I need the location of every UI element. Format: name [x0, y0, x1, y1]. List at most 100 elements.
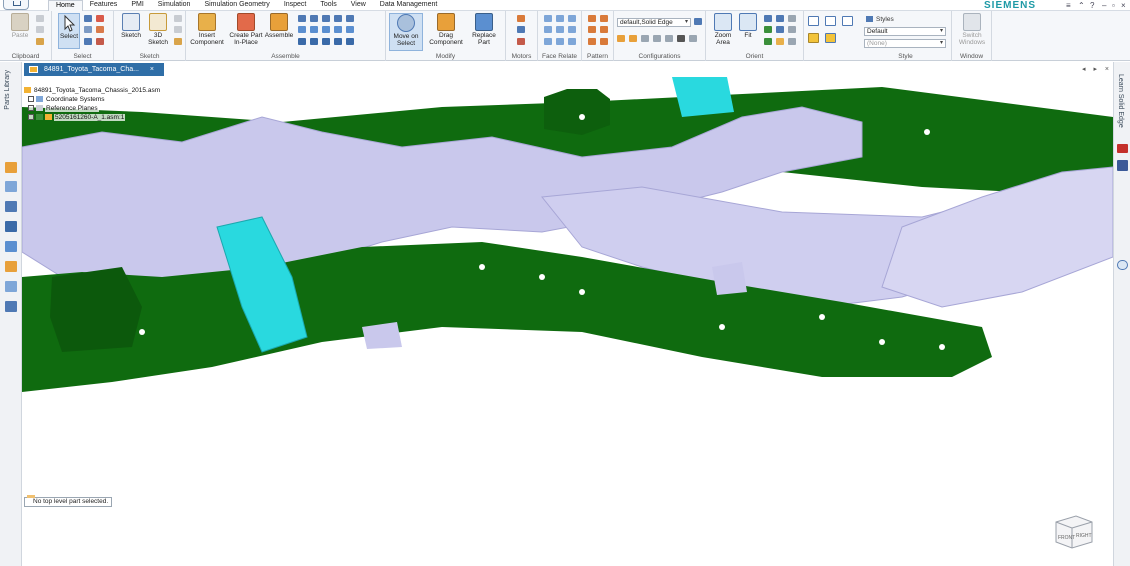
parts-library-tab[interactable]: Parts Library	[4, 70, 11, 110]
create-part-in-place-button[interactable]: Create Part In-Place	[228, 13, 264, 46]
select-hide-icon[interactable]	[84, 38, 92, 45]
previous-view-icon[interactable]	[788, 38, 796, 45]
axial-align-icon[interactable]	[322, 15, 330, 22]
config-zone-icon[interactable]	[629, 35, 637, 42]
connect-icon[interactable]	[346, 15, 354, 22]
fit-button[interactable]: Fit	[736, 13, 760, 39]
tab-simulation-geometry[interactable]: Simulation Geometry	[197, 0, 276, 11]
config-camera-icon[interactable]	[665, 35, 673, 42]
expand-icon[interactable]	[28, 96, 34, 102]
motor-icon[interactable]	[517, 15, 525, 22]
simulate-motor-icon[interactable]	[517, 26, 525, 33]
cube-hidden-edges-icon[interactable]	[842, 16, 853, 26]
face-symmetric-icon[interactable]	[556, 26, 564, 33]
rotate-icon[interactable]	[764, 26, 772, 33]
tree-item-reference-planes[interactable]: Reference Planes	[24, 104, 161, 113]
angle-icon[interactable]	[298, 26, 306, 33]
mate-icon[interactable]	[298, 15, 306, 22]
config-options-icon[interactable]	[689, 35, 697, 42]
tree-item-coordinate-systems[interactable]: Coordinate Systems	[24, 95, 161, 104]
face-tangent-icon[interactable]	[544, 26, 552, 33]
minimize-ribbon-icon[interactable]: ⌃	[1078, 1, 1085, 10]
spin-about-icon[interactable]	[776, 26, 784, 33]
zoom-area-button[interactable]: Zoom Area	[709, 13, 737, 46]
select-shape-icon[interactable]	[84, 26, 92, 33]
settings-panel-icon[interactable]	[5, 301, 17, 312]
tab-features[interactable]: Features	[83, 0, 125, 11]
face-horizontal-icon[interactable]	[556, 38, 564, 45]
format-painter-icon[interactable]	[36, 38, 44, 45]
path-icon[interactable]	[310, 38, 318, 45]
view-cube[interactable]: FRONT RIGHT	[1052, 510, 1096, 550]
named-views-icon[interactable]	[776, 38, 784, 45]
ground-icon[interactable]	[334, 38, 342, 45]
select-filter-icon[interactable]	[96, 15, 104, 22]
move-on-select-button[interactable]: Move on Select	[389, 13, 423, 51]
styles-button[interactable]: Styles	[866, 16, 894, 23]
pattern-icon[interactable]	[588, 15, 596, 22]
motor-stop-icon[interactable]	[517, 38, 525, 45]
zoom-icon[interactable]	[764, 15, 772, 22]
tangent-icon[interactable]	[310, 26, 318, 33]
duplicate-icon[interactable]	[588, 26, 596, 33]
sketch-tool-icon[interactable]	[174, 15, 182, 22]
sketch-button[interactable]: Sketch	[119, 13, 143, 39]
pan-icon[interactable]	[776, 15, 784, 22]
select-tools-icon[interactable]	[84, 15, 92, 22]
config-save-icon[interactable]	[653, 35, 661, 42]
family-of-assemblies-icon[interactable]	[5, 241, 17, 252]
chassis-model[interactable]	[22, 77, 1113, 566]
look-at-icon[interactable]	[764, 38, 772, 45]
close-icon[interactable]: ×	[1121, 1, 1126, 10]
feature-library-icon[interactable]	[5, 261, 17, 272]
restore-icon[interactable]: ▫	[1112, 1, 1115, 10]
tab-tools[interactable]: Tools	[313, 0, 343, 11]
graphics-viewport[interactable]	[22, 77, 1113, 566]
minimize-icon[interactable]: –	[1102, 1, 1106, 10]
tab-scroll-controls[interactable]: ◂ ▸ ×	[1082, 65, 1112, 73]
tab-data-management[interactable]: Data Management	[373, 0, 445, 11]
view-orient-icon[interactable]	[788, 26, 796, 33]
document-close-icon[interactable]: ×	[150, 63, 154, 76]
cam-icon[interactable]	[322, 26, 330, 33]
config-sphere-icon[interactable]	[677, 35, 685, 42]
cube-shaded-edges-icon[interactable]	[825, 33, 836, 43]
center-plane-icon[interactable]	[346, 38, 354, 45]
cube-wireframe-icon[interactable]	[808, 16, 819, 26]
select-manager-icon[interactable]	[96, 38, 104, 45]
sketch-view-orient-icon[interactable]	[788, 15, 796, 22]
pattern-more-icon[interactable]	[600, 38, 608, 45]
tree-root[interactable]: 84891_Toyota_Tacoma_Chassis_2015.asm	[24, 86, 162, 95]
checkbox-icon[interactable]	[36, 114, 43, 120]
face-parallel-icon[interactable]	[556, 15, 564, 22]
expand-icon[interactable]	[28, 105, 34, 111]
fastener-icon[interactable]	[588, 38, 596, 45]
learn-solid-edge-tab[interactable]: Learn Solid Edge	[1117, 74, 1124, 128]
match-cs-icon[interactable]	[298, 38, 306, 45]
face-aligned-icon[interactable]	[544, 38, 552, 45]
insert-relation-icon[interactable]	[334, 15, 342, 22]
insert-component-button[interactable]: Insert Component	[189, 13, 225, 46]
select-show-icon[interactable]	[96, 26, 104, 33]
refresh-icon[interactable]	[1117, 260, 1128, 270]
tab-simulation[interactable]: Simulation	[151, 0, 198, 11]
face-perpendicular-icon[interactable]	[568, 26, 576, 33]
document-tab[interactable]: 84891_Toyota_Tacoma_Cha... ×	[24, 63, 164, 76]
replace-part-button[interactable]: Replace Part	[466, 13, 502, 46]
facebook-icon[interactable]	[1117, 160, 1128, 171]
planar-align-icon[interactable]	[310, 15, 318, 22]
copy-icon[interactable]	[36, 26, 44, 33]
sensors-icon[interactable]	[5, 201, 17, 212]
configuration-select[interactable]: default,Solid Edge	[617, 18, 691, 27]
secondary-style-select[interactable]: (None)	[864, 39, 946, 48]
along-curve-icon[interactable]	[600, 26, 608, 33]
tree-item-subassembly[interactable]: 5205161260-A_1.asm:1	[24, 113, 161, 122]
parallel-icon[interactable]	[346, 26, 354, 33]
help-icon[interactable]: ?	[1090, 1, 1094, 10]
mirror-icon[interactable]	[600, 15, 608, 22]
tab-view[interactable]: View	[344, 0, 373, 11]
switch-windows-button[interactable]: Switch Windows	[954, 13, 990, 46]
3d-sketch-button[interactable]: 3D Sketch	[146, 13, 170, 46]
application-button[interactable]	[3, 0, 29, 10]
tab-pmi[interactable]: PMI	[124, 0, 150, 11]
